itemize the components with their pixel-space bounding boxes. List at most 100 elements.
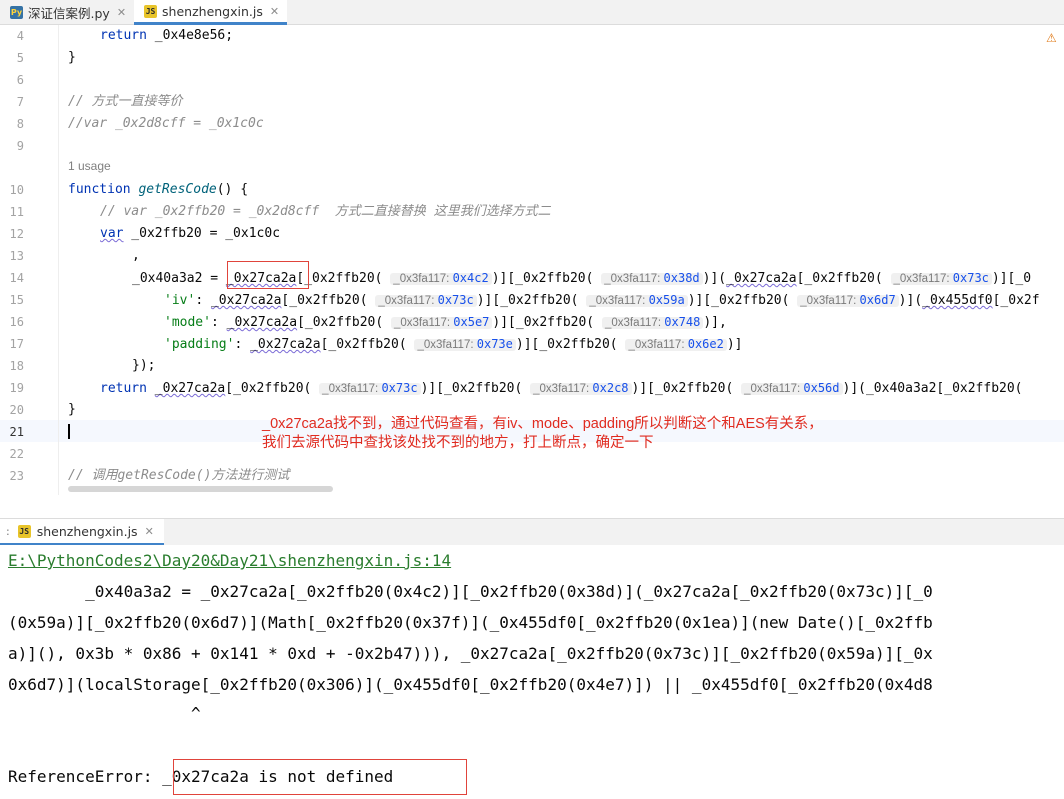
- string-literal: 'iv': [164, 293, 196, 308]
- hint-label: _0x3fa117:: [589, 295, 646, 307]
- param-hint: _0x3fa117: 0x73e: [414, 337, 516, 351]
- code-token: [_0x2ffb20(: [296, 271, 383, 286]
- tab-shenzhengxin-py[interactable]: Py 深证信案例.py ✕: [0, 0, 134, 25]
- close-icon[interactable]: ✕: [270, 5, 279, 18]
- tab-shenzhengxin-js[interactable]: JS shenzhengxin.js ✕: [134, 0, 288, 25]
- hint-value: 0x56d: [803, 381, 840, 395]
- code-line: }: [68, 50, 76, 65]
- line-number: 13: [9, 249, 24, 263]
- undefined-identifier: _0x27ca2a: [210, 293, 282, 308]
- code-token: _0x4e8e56;: [154, 28, 234, 43]
- code-line: ,: [132, 248, 140, 263]
- run-tab-label: shenzhengxin.js: [36, 523, 138, 539]
- param-hint: _0x3fa117: 0x56d: [741, 381, 843, 395]
- undefined-identifier: _0x455df0: [922, 293, 993, 308]
- undefined-identifier: _0x27ca2a: [726, 271, 797, 286]
- code-token: :: [234, 337, 251, 352]
- hint-value: 0x5e7: [453, 315, 490, 329]
- code-comment: // 调用getResCode()方法进行测试: [68, 468, 290, 483]
- line-number: 21: [9, 425, 24, 439]
- code-token: [_0x2ffb20(: [320, 337, 407, 352]
- code-keyword: function: [68, 182, 131, 197]
- hint-value: 0x73c: [381, 381, 418, 395]
- code-token: )][_0x2ffb20(: [492, 315, 595, 330]
- warning-icon[interactable]: ⚠: [1046, 31, 1057, 45]
- function-name: getResCode: [138, 182, 217, 197]
- highlight-box: [173, 759, 467, 795]
- close-icon[interactable]: ✕: [145, 525, 154, 538]
- hint-label: _0x3fa117:: [604, 317, 662, 329]
- code-token: :: [195, 293, 211, 308]
- annotation-line: 我们去源代码中查找该处找不到的地方，打上断点，确定一下: [262, 435, 654, 451]
- text-caret: [68, 424, 70, 439]
- undefined-identifier: _0x27ca2a: [226, 315, 298, 330]
- hint-label: _0x3fa117:: [393, 273, 450, 285]
- code-token: [_0x2ffb20(: [225, 381, 312, 396]
- close-icon[interactable]: ✕: [117, 6, 126, 19]
- console-line: _0x40a3a2 = _0x27ca2a[_0x2ffb20(0x4c2)][…: [8, 582, 933, 601]
- code-token: return: [100, 28, 147, 43]
- string-literal: 'padding': [164, 337, 235, 352]
- line-number: 20: [9, 403, 24, 417]
- param-hint: _0x3fa117: 0x59a: [586, 293, 688, 307]
- line-number: 9: [16, 139, 24, 153]
- hint-label: _0x3fa117:: [628, 339, 685, 351]
- editor-tab-bar: Py 深证信案例.py ✕ JS shenzhengxin.js ✕: [0, 0, 1064, 25]
- undefined-identifier: _0x27ca2a: [154, 381, 226, 396]
- hint-label: _0x3fa117:: [417, 339, 474, 351]
- string-literal: 'mode': [164, 315, 211, 330]
- error-location-link[interactable]: E:\PythonCodes2\Day20&Day21\shenzhengxin…: [8, 550, 451, 572]
- hint-value: 0x748: [664, 315, 701, 329]
- line-number: 10: [9, 183, 24, 197]
- highlight-box: [227, 261, 309, 289]
- hint-value: 0x59a: [648, 293, 685, 307]
- console-line: ^: [8, 704, 201, 723]
- hint-label: _0x3fa117:: [893, 273, 950, 285]
- hint-label: _0x3fa117:: [394, 317, 451, 329]
- python-file-icon: Py: [10, 6, 23, 19]
- hint-label: _0x3fa117:: [604, 273, 661, 285]
- code-token: )],: [703, 315, 727, 330]
- hint-value: 0x4c2: [452, 271, 489, 285]
- hint-value: 0x38d: [663, 271, 700, 285]
- annotation-note: _0x27ca2a找不到，通过代码查看，有iv、mode、padding所以判断…: [262, 415, 823, 453]
- code-token: )][_0x2ffb20(: [631, 381, 734, 396]
- console-line: (0x59a)][_0x2ffb20(0x6d7)](Math[_0x2ffb2…: [8, 613, 933, 632]
- code-token: )](_0x40a3a2[_0x2ffb20(: [842, 381, 1023, 396]
- run-panel-tabbar: : JS shenzhengxin.js ✕: [0, 518, 1064, 546]
- code-token: )][_0: [991, 271, 1032, 286]
- gutter-divider: [58, 25, 59, 495]
- code-token: _0x2ffb20 = _0x1c0c: [123, 226, 281, 241]
- hint-value: 0x2c8: [592, 381, 629, 395]
- line-number: 23: [9, 469, 24, 483]
- param-hint: _0x3fa117: 0x73c: [319, 381, 421, 395]
- line-number: 16: [9, 315, 24, 329]
- run-tab[interactable]: : JS shenzhengxin.js ✕: [0, 519, 164, 546]
- code-token: [_0x2ffb20(: [297, 315, 384, 330]
- code-token: )][_0x2ffb20(: [420, 381, 523, 396]
- code-keyword: var: [100, 226, 124, 241]
- line-number-gutter: 4 5 6 7 8 9 10 11 12 13 14 15 16 17 18 1…: [0, 25, 38, 495]
- param-hint: _0x3fa117: 0x6e2: [625, 337, 727, 351]
- code-token: )][_0x2ffb20(: [515, 337, 618, 352]
- line-number: 22: [9, 447, 24, 461]
- run-console[interactable]: E:\PythonCodes2\Day20&Day21\shenzhengxin…: [0, 545, 1064, 799]
- code-comment: // var _0x2ffb20 = _0x2d8cff 方式二直接替换 这里我…: [100, 204, 551, 219]
- code-token: )][_0x2ffb20(: [476, 293, 579, 308]
- code-token: [_0x2ffb20(: [281, 293, 368, 308]
- console-line: 0x6d7)](localStorage[_0x2ffb20(0x306)](_…: [8, 675, 933, 694]
- usage-hint[interactable]: 1 usage: [68, 159, 111, 173]
- code-editor[interactable]: 4 5 6 7 8 9 10 11 12 13 14 15 16 17 18 1…: [0, 25, 1064, 495]
- line-number: 7: [16, 95, 24, 109]
- line-number: 6: [16, 73, 24, 87]
- line-number: 17: [9, 337, 24, 351]
- horizontal-scrollbar[interactable]: [68, 486, 333, 492]
- annotation-line: _0x27ca2a找不到，通过代码查看，有iv、mode、padding所以判断…: [262, 416, 823, 432]
- param-hint: _0x3fa117: 0x38d: [601, 271, 703, 285]
- js-file-icon: JS: [144, 4, 158, 18]
- hint-label: _0x3fa117:: [378, 295, 435, 307]
- line-number: 15: [9, 293, 24, 307]
- hint-value: 0x73e: [476, 337, 513, 351]
- code-token: )][_0x2ffb20(: [491, 271, 594, 286]
- line-number: 4: [16, 29, 24, 43]
